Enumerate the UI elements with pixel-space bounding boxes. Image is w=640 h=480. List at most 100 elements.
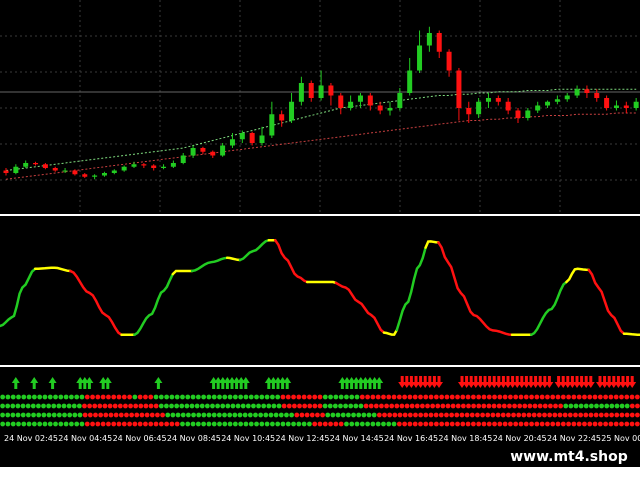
signal-dot — [425, 403, 430, 409]
signal-dot — [0, 421, 6, 427]
candle-body — [338, 95, 344, 108]
signal-dot — [423, 394, 429, 400]
signal-dot — [71, 403, 77, 409]
signal-dot — [53, 421, 58, 427]
signal-dot — [555, 394, 561, 400]
signal-dot — [404, 403, 410, 409]
signal-dot — [100, 394, 106, 400]
signal-dot — [201, 421, 207, 427]
signal-dot — [391, 394, 397, 400]
signal-dot — [512, 403, 517, 409]
time-axis-label: 24 Nov 06:45 — [112, 434, 167, 443]
signal-dot — [629, 403, 635, 409]
signal-dot — [502, 394, 508, 400]
signal-dot — [143, 421, 148, 427]
signal-dot — [220, 403, 226, 409]
signal-dot — [537, 403, 543, 409]
signal-dot — [371, 412, 377, 418]
signal-dot — [190, 421, 196, 427]
chart-terminal[interactable]: 24 Nov 02:45 24 Nov 04:45 24 Nov 06:45 24 N… — [0, 0, 640, 480]
signal-dot — [107, 403, 113, 409]
signal-dot — [340, 412, 346, 418]
signal-dot — [534, 394, 540, 400]
signal-dot — [312, 394, 318, 400]
signal-dot — [169, 394, 175, 400]
signal-dot — [576, 394, 582, 400]
signal-dot — [47, 394, 53, 400]
signal-dot — [51, 403, 57, 409]
signal-dot — [164, 403, 169, 409]
signal-dot — [253, 412, 258, 418]
signal-dot — [69, 421, 74, 427]
signal-dot — [592, 394, 598, 400]
signal-dot — [31, 412, 36, 418]
oscillator-segment-neutral — [225, 256, 242, 262]
signal-dot — [338, 394, 344, 400]
ma-slow-line — [5, 112, 637, 180]
candle-body — [200, 148, 206, 152]
signal-dot — [349, 394, 355, 400]
signal-dot — [465, 421, 471, 427]
signal-dot — [281, 403, 287, 409]
signal-dot — [486, 421, 492, 427]
oscillator-segment-bull — [190, 256, 229, 273]
signal-dot — [16, 394, 21, 400]
signal-dot — [558, 403, 564, 409]
signal-dot — [573, 403, 579, 409]
signal-dot — [629, 412, 635, 418]
signal-dot — [264, 394, 270, 400]
signal-dot — [148, 394, 154, 400]
signal-dot — [247, 412, 253, 418]
oscillator-segment-bear — [334, 281, 386, 334]
signal-dot — [366, 412, 372, 418]
signal-dot — [634, 394, 640, 400]
signal-dot — [594, 403, 599, 409]
signal-dot — [455, 421, 460, 427]
signal-dot — [550, 394, 556, 400]
signal-dot — [103, 412, 109, 418]
signal-dot — [614, 403, 620, 409]
oscillator-segment-bull — [238, 238, 271, 262]
signal-dot — [286, 403, 292, 409]
signal-dot — [0, 403, 5, 409]
signal-dot — [5, 403, 11, 409]
signal-dot — [578, 412, 584, 418]
candle-body — [279, 114, 285, 121]
signal-dot — [470, 421, 476, 427]
signal-dot — [526, 412, 532, 418]
signal-dot — [597, 394, 603, 400]
candle-body — [82, 174, 88, 177]
signal-dot — [588, 412, 594, 418]
signal-dot — [635, 403, 640, 409]
signal-dot — [215, 403, 221, 409]
signal-dot — [560, 421, 566, 427]
signal-dot — [190, 394, 196, 400]
signal-panel[interactable] — [0, 369, 640, 429]
signal-dot — [375, 394, 381, 400]
signal-dot — [553, 403, 558, 409]
oscillator-panel[interactable] — [0, 219, 640, 367]
price-chart[interactable] — [0, 0, 640, 216]
signal-dot — [211, 412, 217, 418]
signal-dot — [576, 421, 582, 427]
signal-dot — [490, 412, 496, 418]
signal-dot — [121, 421, 127, 427]
signal-dot — [392, 412, 398, 418]
signal-dot — [285, 394, 291, 400]
signal-dot — [624, 412, 630, 418]
signal-dot — [148, 421, 154, 427]
ma-fast-line — [5, 88, 637, 171]
time-axis-label: 24 Nov 22:45 — [547, 434, 601, 443]
signal-dot — [471, 403, 476, 409]
signal-dot — [240, 403, 246, 409]
signal-dot — [41, 403, 46, 409]
signal-dot — [170, 412, 176, 418]
signal-dot — [418, 394, 423, 400]
signal-dot — [63, 394, 69, 400]
signal-dot — [470, 394, 476, 400]
signal-dot — [227, 412, 233, 418]
signal-dot — [513, 394, 519, 400]
candle-body — [170, 163, 176, 167]
signal-dot — [259, 421, 265, 427]
signal-dot — [199, 403, 205, 409]
